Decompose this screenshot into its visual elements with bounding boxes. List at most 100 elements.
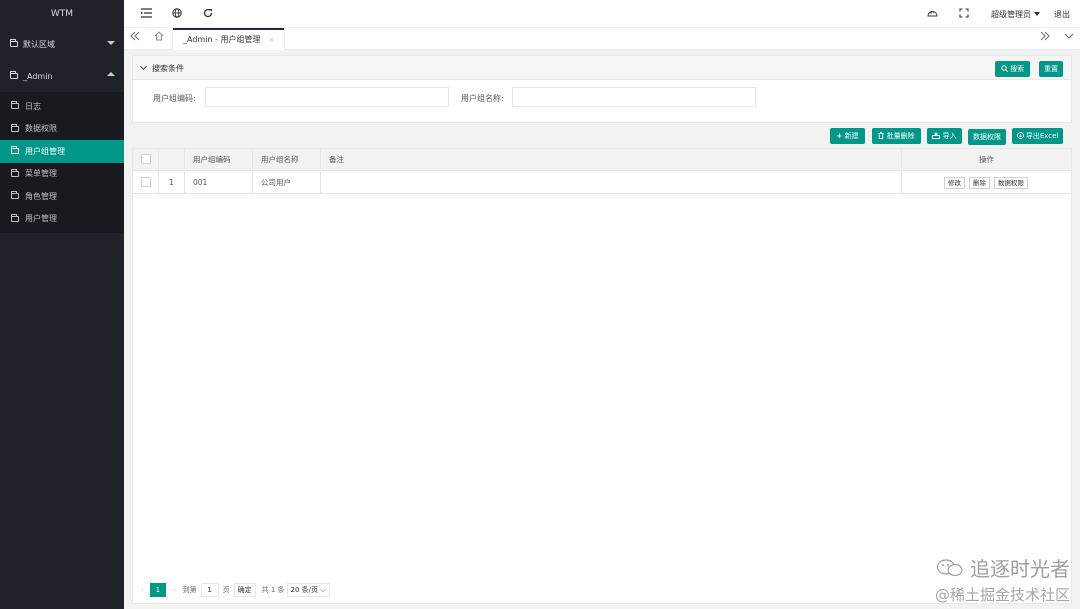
sidebar-item-label: 用户管理	[25, 214, 57, 224]
prev-page-icon[interactable]: ‹	[141, 586, 144, 594]
sidebar-item-menu[interactable]: 菜单管理	[0, 163, 124, 186]
row-data-permission-button[interactable]: 数据权限	[994, 177, 1028, 189]
page-size-select[interactable]: 20 条/页 ⌵	[286, 583, 330, 597]
column-header-actions: 操作	[979, 155, 994, 164]
theme-icon[interactable]	[926, 8, 938, 20]
chevron-down-icon: ⌵	[320, 586, 326, 594]
plus-icon: +	[836, 132, 845, 140]
folder-icon	[11, 168, 19, 177]
watermark-text-1: 追逐时光者	[970, 557, 1070, 581]
page-unit-label: 页	[222, 586, 230, 594]
goto-page-input[interactable]: 1	[200, 583, 219, 597]
trash-icon	[878, 132, 884, 139]
total-count: 共 1 条	[261, 586, 285, 594]
data-permission-button[interactable]: 数据权限	[968, 129, 1006, 145]
reset-button[interactable]: 重置	[1039, 61, 1063, 77]
sidebar: WTM 默认区域 _Admin 日志 数据权限 用户组管理 菜单管理 角色管理 …	[0, 0, 124, 609]
table-row: 1 001 公司用户 修改 删除 数据权限	[133, 172, 1071, 194]
folder-icon	[11, 123, 19, 132]
import-label: 导入	[942, 132, 957, 140]
index-header	[159, 149, 185, 171]
top-header: 超级管理员 退出	[124, 0, 1080, 28]
sidebar-item-log[interactable]: 日志	[0, 95, 124, 118]
nav-group-default-area[interactable]: 默认区域	[0, 28, 124, 60]
logout-link[interactable]: 退出	[1054, 9, 1070, 20]
select-all-checkbox[interactable]	[141, 154, 151, 164]
sidebar-item-label: 角色管理	[25, 191, 57, 201]
globe-icon[interactable]	[171, 8, 183, 20]
import-icon	[932, 132, 941, 139]
folder-icon	[11, 213, 19, 222]
group-name-label: 用户组名称:	[461, 94, 504, 103]
page-size-value: 20 条/页	[290, 586, 319, 594]
admin-submenu: 日志 数据权限 用户组管理 菜单管理 角色管理 用户管理	[0, 92, 124, 233]
row-name: 公司用户	[253, 172, 321, 194]
pagination: ‹ 1 › 到第 1 页 确定 共 1 条 20 条/页 ⌵	[141, 583, 330, 597]
search-panel-header[interactable]: 搜索条件 搜索 重置	[133, 56, 1071, 80]
watermark-line1: 追逐时光者	[935, 553, 1070, 582]
search-button[interactable]: 搜索	[995, 61, 1030, 77]
folder-icon	[11, 191, 19, 200]
tabs-menu-chevron-down-icon[interactable]	[1061, 31, 1077, 47]
nav-group-admin[interactable]: _Admin	[0, 60, 124, 92]
group-code-label: 用户组编码:	[153, 94, 196, 103]
folder-icon	[11, 101, 19, 110]
export-label: 导出Excel	[1025, 132, 1059, 140]
fullscreen-icon[interactable]	[958, 8, 970, 20]
tab-close-icon[interactable]: ×	[268, 36, 274, 44]
folder-icon	[10, 71, 18, 79]
folder-icon	[11, 146, 19, 155]
group-code-input[interactable]	[205, 87, 449, 107]
next-page-icon[interactable]: ›	[174, 586, 177, 594]
search-panel: 搜索条件 搜索 重置 用户组编码: 用户组名称:	[132, 55, 1072, 123]
row-code: 001	[185, 172, 253, 194]
tabs-scroll-left-icon[interactable]	[127, 31, 143, 47]
folder-icon	[10, 39, 18, 47]
import-button[interactable]: 导入	[927, 128, 962, 144]
search-title: 搜索条件	[139, 62, 184, 74]
sidebar-item-user[interactable]: 用户管理	[0, 208, 124, 231]
delete-button[interactable]: 删除	[969, 177, 990, 189]
row-select-cell	[133, 172, 159, 194]
column-header-name[interactable]: 用户组名称	[253, 149, 321, 171]
column-header-code[interactable]: 用户组编码	[185, 149, 253, 171]
sidebar-item-role[interactable]: 角色管理	[0, 185, 124, 208]
watermark-line2: @稀土掘金技术社区	[934, 586, 1070, 604]
menu-toggle-icon[interactable]	[140, 8, 152, 20]
edit-button[interactable]: 修改	[944, 177, 965, 189]
select-all-cell	[133, 149, 159, 171]
group-name-input[interactable]	[512, 87, 756, 107]
table-header: 用户组编码 用户组名称 备注 操作	[133, 149, 1071, 171]
main-content: 搜索条件 搜索 重置 用户组编码: 用户组名称: + 新建 批量删除 导入 数据…	[132, 55, 1072, 605]
tab-user-group-management[interactable]: _Admin - 用户组管理 ×	[173, 28, 285, 50]
data-table: 用户组编码 用户组名称 备注 操作 1 001 公司用户 修改 删除 数据权限 ‹ …	[132, 148, 1072, 604]
goto-confirm-button[interactable]: 确定	[233, 583, 256, 597]
home-icon[interactable]	[151, 31, 167, 47]
admin-name: 超级管理员	[991, 10, 1031, 19]
chevron-down-icon	[139, 62, 148, 71]
nav-group-label: 默认区域	[23, 39, 55, 49]
sidebar-item-label: 数据权限	[25, 124, 57, 134]
tabs-bar: _Admin - 用户组管理 ×	[124, 28, 1080, 50]
search-icon	[1001, 65, 1008, 72]
export-excel-button[interactable]: 导出Excel	[1012, 128, 1063, 144]
sidebar-item-label: 日志	[25, 101, 41, 111]
watermark: 追逐时光者 @稀土掘金技术社区	[935, 553, 1070, 605]
search-button-label: 搜索	[1010, 65, 1025, 73]
sidebar-item-user-group[interactable]: 用户组管理	[0, 140, 124, 163]
tab-label: _Admin - 用户组管理	[183, 35, 261, 44]
refresh-icon[interactable]	[202, 8, 214, 20]
goto-label: 到第	[182, 586, 197, 594]
tabs-scroll-right-icon[interactable]	[1037, 31, 1053, 47]
row-checkbox[interactable]	[141, 177, 151, 187]
export-icon	[1016, 132, 1024, 139]
admin-menu[interactable]: 超级管理员	[991, 9, 1040, 20]
sidebar-item-data-permission[interactable]: 数据权限	[0, 118, 124, 141]
sidebar-item-label: 菜单管理	[25, 169, 57, 179]
row-index: 1	[159, 172, 185, 194]
column-header-remark[interactable]: 备注	[321, 149, 902, 171]
current-page[interactable]: 1	[149, 583, 166, 597]
batch-delete-button[interactable]: 批量删除	[872, 128, 921, 144]
caret-down-icon	[107, 41, 115, 45]
new-button[interactable]: + 新建	[830, 128, 865, 144]
